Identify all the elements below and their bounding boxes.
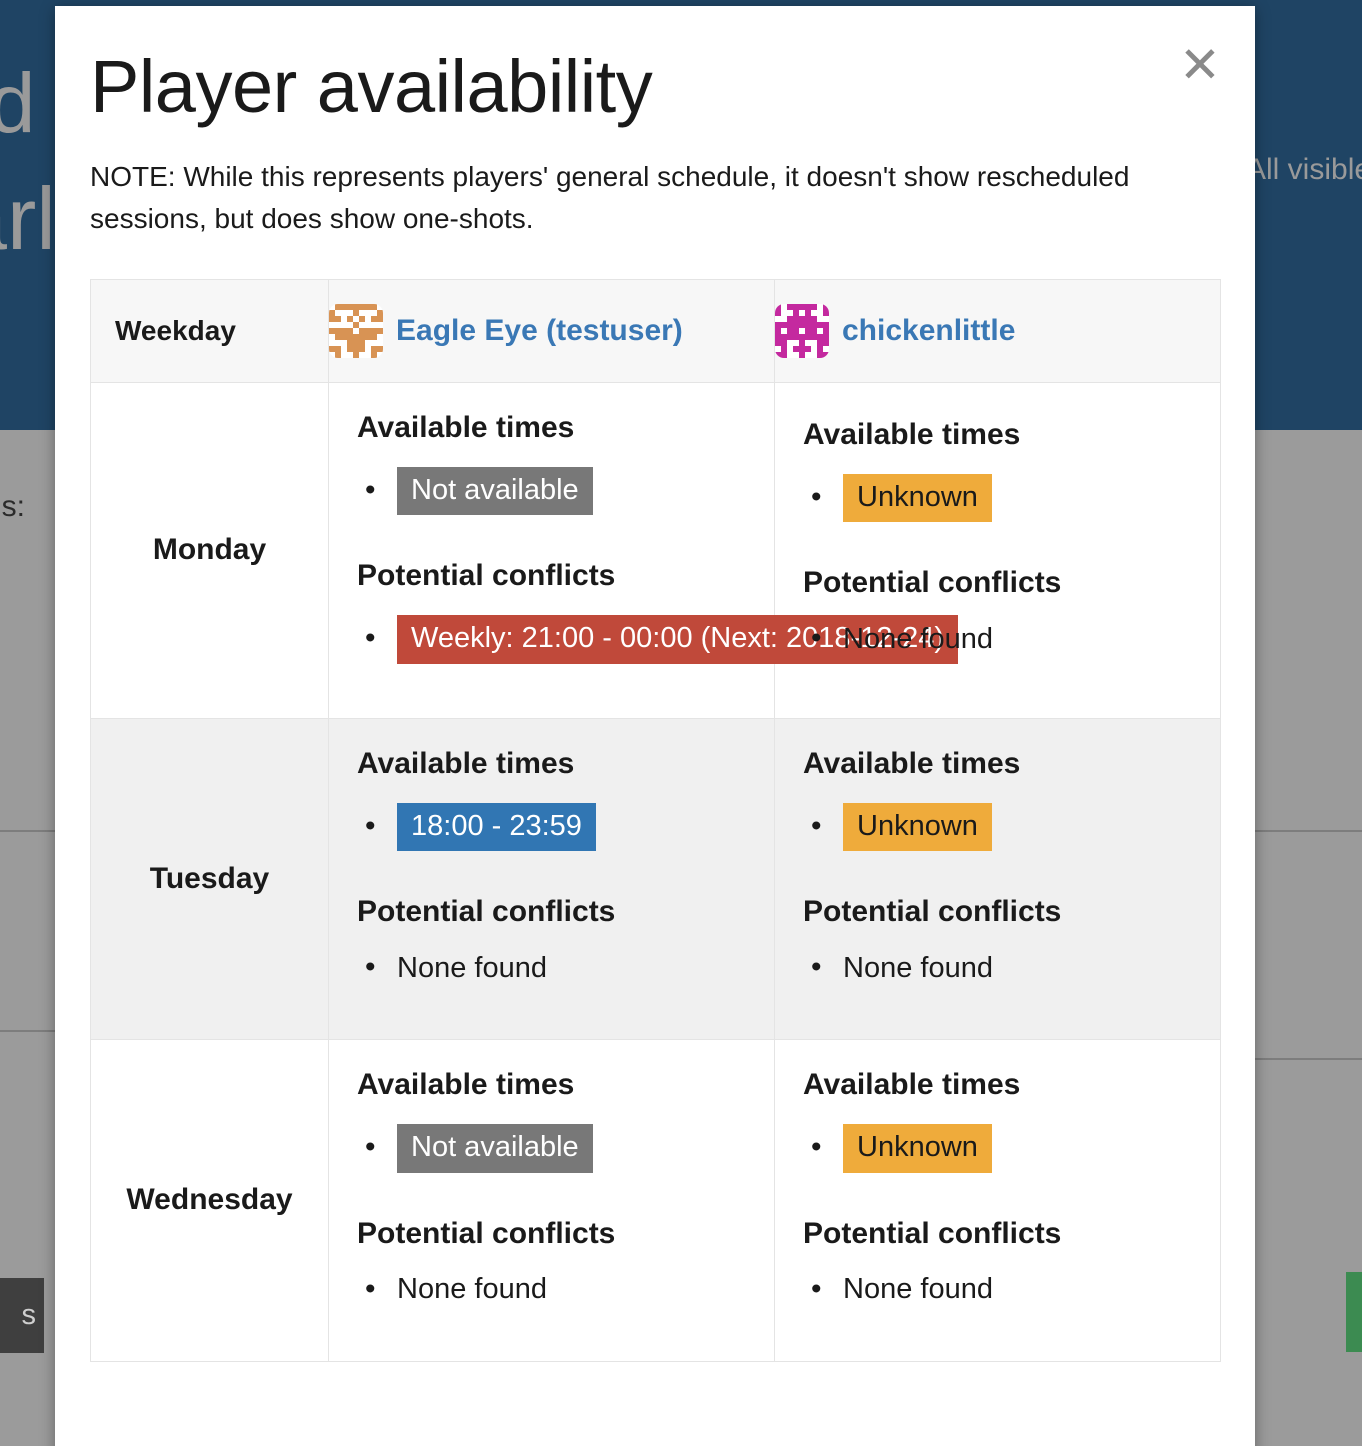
player-name-link-1[interactable]: Eagle Eye (testuser): [396, 314, 683, 348]
potential-conflicts-label: Potential conflicts: [357, 559, 616, 593]
list-item: Unknown: [803, 1124, 1220, 1173]
list-item: None found: [357, 951, 774, 985]
player-availability-cell: Available times Unknown Potential conflict…: [774, 717, 1221, 1041]
list-item: Not available: [357, 1124, 774, 1173]
list-item-text: None found: [843, 622, 993, 655]
potential-conflicts-list: Weekly: 21:00 - 00:00 (Next: 2018-12-24): [357, 615, 959, 664]
status-badge: 18:00 - 23:59: [397, 802, 596, 852]
identicon-eagle-eye-avatar: [329, 303, 383, 358]
status-badge: Not available: [397, 466, 593, 516]
potential-conflicts-label: Potential conflicts: [803, 895, 1062, 929]
list-item: Weekly: 21:00 - 00:00 (Next: 2018-12-24): [357, 615, 959, 664]
hero-visibility-label: All visible: [1246, 153, 1362, 186]
table-row: Wednesday Available times Not available Pot…: [90, 1039, 1221, 1362]
potential-conflicts-list: None found: [357, 1273, 774, 1307]
weekday-cell: Tuesday: [90, 717, 329, 1041]
player-availability-cell: Available times Unknown Potential conflict…: [774, 381, 1221, 719]
background-green-button[interactable]: [1346, 1272, 1362, 1352]
available-times-label: Available times: [803, 418, 1021, 451]
available-times-list: 18:00 - 23:59: [357, 802, 774, 852]
status-badge: Not available: [397, 1124, 593, 1173]
column-header-player-1: Eagle Eye (testuser): [328, 278, 775, 383]
available-times-label: Available times: [357, 746, 575, 780]
list-item: None found: [803, 1273, 1220, 1307]
player-availability-cell: Available times Unknown Potential conflict…: [774, 1039, 1221, 1362]
list-item: Unknown: [803, 474, 1220, 523]
player-availability-modal: ✕ Player availability NOTE: While this r…: [55, 6, 1255, 1446]
weekday-header-label: Weekday: [115, 314, 236, 346]
column-header-player-2: chickenlittle: [774, 278, 1221, 383]
hero-heading-line-2: arl: [0, 169, 56, 268]
potential-conflicts-label: Potential conflicts: [803, 1216, 1062, 1250]
potential-conflicts-list: None found: [803, 951, 1220, 985]
player-name-link-2[interactable]: chickenlittle: [842, 314, 1015, 348]
body-text-fragment-a: e is:: [0, 490, 26, 523]
available-times-list: Not available: [357, 466, 774, 516]
list-item-text: None found: [843, 1273, 993, 1306]
list-item-text: None found: [843, 951, 993, 984]
available-times-list: Unknown: [803, 474, 1220, 523]
available-times-list: Not available: [357, 1124, 774, 1173]
list-item-text: None found: [397, 1273, 547, 1306]
list-item: Not available: [357, 466, 774, 516]
list-item: None found: [803, 951, 1220, 985]
potential-conflicts-label: Potential conflicts: [357, 1216, 616, 1250]
divider-right-upper: [1246, 830, 1362, 832]
column-header-weekday: Weekday: [90, 278, 329, 383]
table-header-row: Weekday Eagle Eye (testuser) chickenlitt…: [90, 278, 1221, 383]
player-availability-cell: Available times Not available Potential co…: [328, 381, 959, 719]
close-icon[interactable]: ✕: [1177, 40, 1223, 90]
list-item-text: None found: [397, 951, 547, 984]
player-availability-cell: Available times Not available Potential co…: [328, 1039, 775, 1362]
potential-conflicts-list: None found: [803, 1273, 1220, 1307]
available-times-label: Available times: [357, 410, 575, 444]
available-times-label: Available times: [357, 1068, 575, 1102]
table-row: Monday Available times Not available Potent…: [90, 381, 1221, 719]
weekday-cell: Wednesday: [90, 1039, 329, 1362]
list-item: None found: [357, 1273, 774, 1307]
available-times-label: Available times: [803, 1068, 1021, 1102]
status-badge: Unknown: [843, 1124, 992, 1173]
status-badge: Unknown: [843, 802, 992, 852]
table-row: Tuesday Available times 18:00 - 23:59 Poten…: [90, 717, 1221, 1041]
potential-conflicts-list: None found: [357, 951, 774, 985]
page-root: ed arl All visible e is: w. s niel. Term…: [0, 0, 1362, 1446]
player-availability-cell: Available times 18:00 - 23:59 Potential co…: [328, 717, 775, 1041]
potential-conflicts-label: Potential conflicts: [357, 895, 616, 929]
page-title: Player availability: [90, 45, 653, 128]
availability-table: Weekday Eagle Eye (testuser) chickenlitt…: [90, 278, 1221, 1362]
list-item: 18:00 - 23:59: [357, 802, 774, 852]
identicon-chickenlittle-avatar: [775, 303, 829, 358]
potential-conflicts-label: Potential conflicts: [803, 566, 1062, 600]
available-times-list: Unknown: [803, 1124, 1220, 1173]
status-badge: Unknown: [843, 474, 992, 523]
available-times-label: Available times: [803, 746, 1021, 780]
availability-table-head: Weekday Eagle Eye (testuser) chickenlitt…: [90, 278, 1221, 383]
background-dark-button[interactable]: s: [0, 1278, 44, 1353]
list-item: Unknown: [803, 802, 1220, 852]
hero-heading-line-1: ed: [0, 56, 36, 150]
list-item: None found: [803, 622, 1220, 656]
modal-note: NOTE: While this represents players' gen…: [90, 160, 1130, 235]
available-times-list: Unknown: [803, 802, 1220, 852]
divider-right-lower: [1246, 1058, 1362, 1060]
availability-table-body: Monday Available times Not available Potent…: [90, 381, 1221, 1362]
weekday-cell: Monday: [90, 381, 329, 719]
potential-conflicts-list: None found: [803, 622, 1220, 656]
